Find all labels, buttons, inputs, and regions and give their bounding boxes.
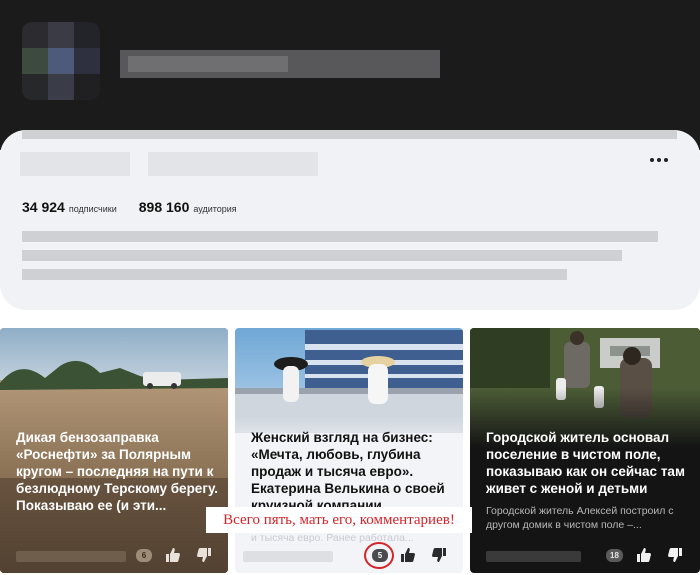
comments-count-badge[interactable]: 18 bbox=[606, 549, 623, 562]
article-card[interactable]: Городской житель основал поселение в чис… bbox=[470, 328, 700, 573]
thumb-down-icon[interactable] bbox=[194, 545, 214, 565]
comments-count-badge[interactable]: 6 bbox=[136, 549, 152, 562]
subscribers-label: подписчики bbox=[68, 204, 117, 214]
channel-description-blurred-line-1 bbox=[22, 231, 658, 242]
article-card[interactable]: Женский взгляд на бизнес: «Мечта, любовь… bbox=[235, 328, 463, 573]
article-title[interactable]: Дикая бензозаправка «Роснефти» за Полярн… bbox=[16, 429, 218, 514]
audience-count: 898 160 bbox=[138, 199, 190, 215]
channel-avatar[interactable] bbox=[22, 22, 100, 100]
annotation-caption: Всего пять, мать его, комментариев! bbox=[206, 507, 472, 533]
channel-page: 34 924 подписчики 898 160 аудитория Дика… bbox=[0, 0, 700, 575]
publish-date-blurred bbox=[486, 551, 581, 562]
article-title[interactable]: Городской житель основал поселение в чис… bbox=[486, 429, 690, 497]
thumb-down-icon[interactable] bbox=[429, 545, 449, 565]
channel-header bbox=[0, 0, 700, 150]
article-footer: 5 bbox=[235, 545, 463, 565]
channel-title-blurred-2 bbox=[148, 152, 318, 176]
channel-stats: 34 924 подписчики 898 160 аудитория bbox=[22, 199, 237, 217]
audience-stat: 898 160 аудитория bbox=[139, 199, 237, 217]
article-footer: 6 bbox=[0, 545, 228, 565]
annotation-circle bbox=[364, 542, 394, 569]
channel-description-blurred-top bbox=[22, 130, 677, 139]
article-faded-text: и тысяча евро. Ранее работала... bbox=[251, 532, 414, 544]
subscribers-stat: 34 924 подписчики bbox=[22, 199, 117, 217]
thumb-up-icon[interactable] bbox=[398, 545, 418, 565]
publish-date-blurred bbox=[243, 551, 333, 562]
publish-date-blurred bbox=[16, 551, 126, 562]
channel-title-blurred bbox=[20, 152, 130, 176]
channel-description-blurred-line-3 bbox=[22, 269, 567, 280]
channel-info-panel: 34 924 подписчики 898 160 аудитория bbox=[0, 130, 700, 310]
more-icon[interactable] bbox=[650, 154, 670, 166]
audience-label: аудитория bbox=[193, 204, 237, 214]
thumb-up-icon[interactable] bbox=[163, 545, 183, 565]
article-footer: 18 bbox=[470, 545, 700, 565]
article-title[interactable]: Женский взгляд на бизнес: «Мечта, любовь… bbox=[251, 429, 453, 514]
thumb-down-icon[interactable] bbox=[665, 545, 685, 565]
subscribers-count: 34 924 bbox=[22, 199, 65, 215]
thumb-up-icon[interactable] bbox=[634, 545, 654, 565]
channel-name-blurred-shade bbox=[128, 56, 288, 72]
article-subtitle: Городской житель Алексей построил с друг… bbox=[486, 505, 674, 531]
article-card[interactable]: Дикая бензозаправка «Роснефти» за Полярн… bbox=[0, 328, 228, 573]
channel-description-blurred-line-2 bbox=[22, 250, 622, 261]
